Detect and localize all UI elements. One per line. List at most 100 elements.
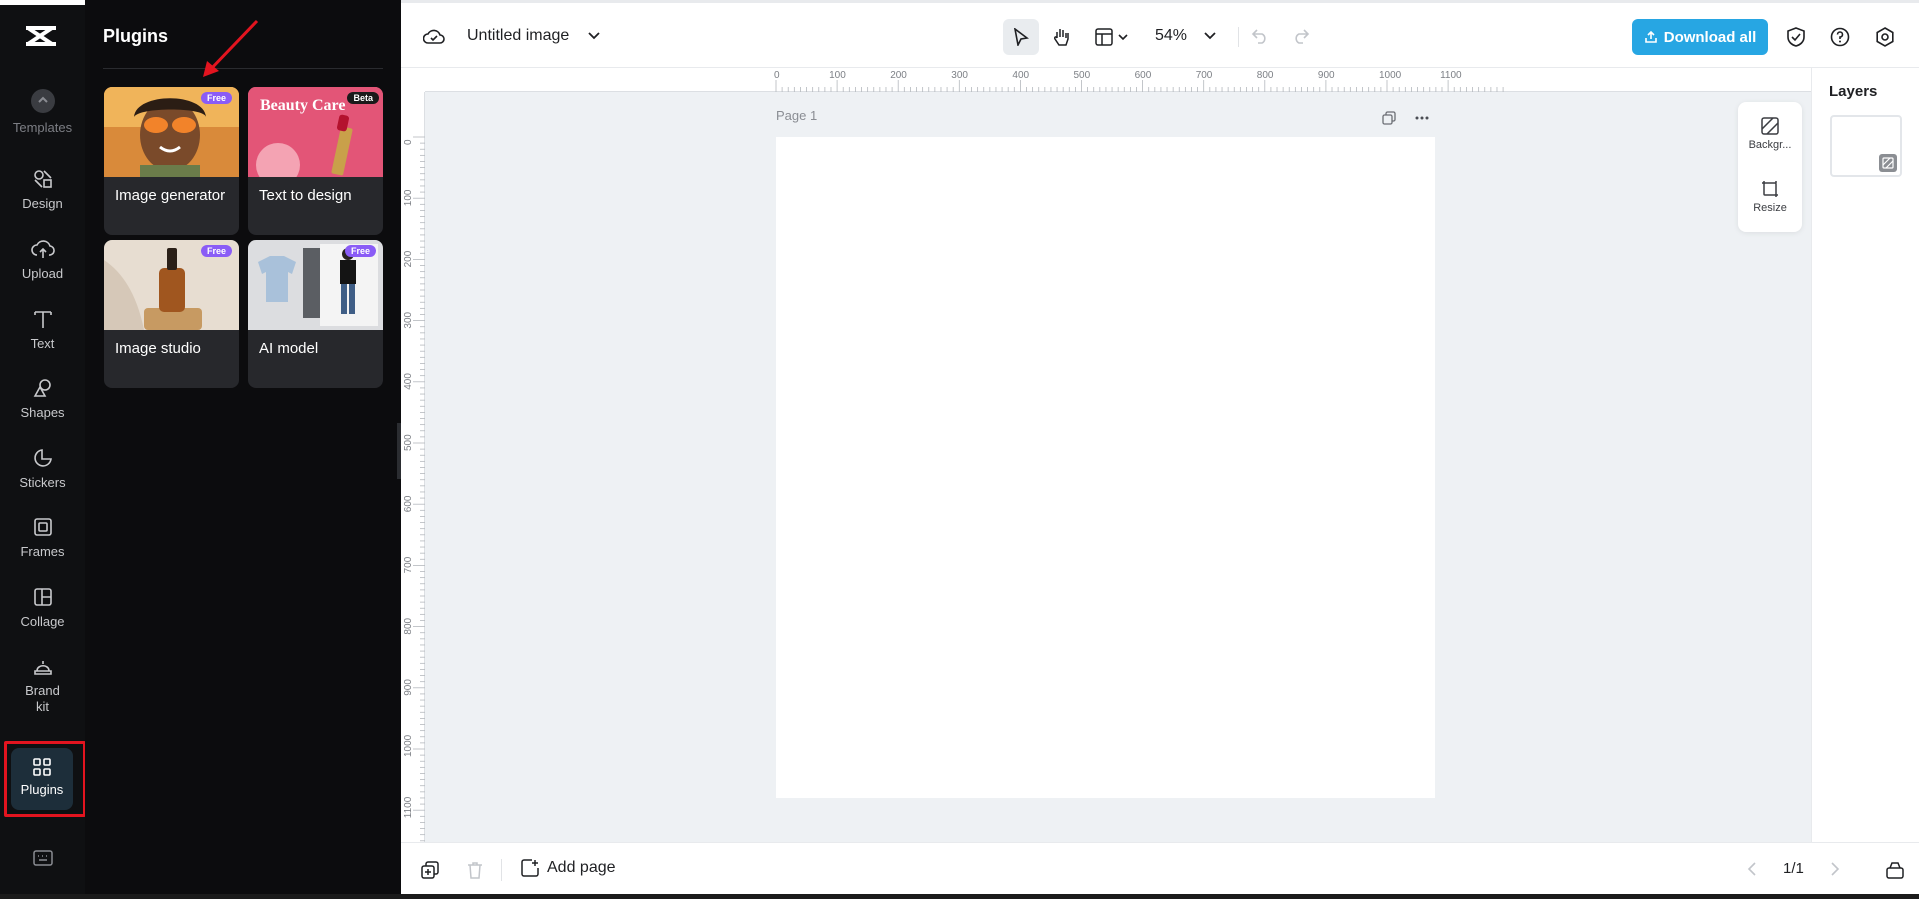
rail-item-upload[interactable]: Upload bbox=[0, 238, 85, 282]
select-tool-button[interactable] bbox=[1003, 19, 1039, 55]
plugin-card-text-to-design[interactable]: Beauty Care Beta Text to design bbox=[248, 87, 383, 235]
rail-item-design[interactable]: Design bbox=[0, 168, 85, 212]
add-page-icon bbox=[521, 859, 539, 877]
document-title[interactable]: Untitled image bbox=[467, 27, 569, 45]
ruler-tick-label: 500 bbox=[403, 434, 414, 451]
rail-top-strip bbox=[0, 0, 85, 5]
ruler-tick-label: 500 bbox=[1074, 70, 1091, 81]
add-page-button[interactable]: Add page bbox=[521, 859, 616, 877]
layers-title: Layers bbox=[1829, 83, 1878, 100]
sticker-icon bbox=[33, 449, 52, 467]
ruler-tick-label: 600 bbox=[403, 495, 414, 512]
rail-item-label: Brand kit bbox=[25, 683, 60, 714]
rail-item-label: Frames bbox=[20, 544, 65, 559]
background-label: Backgr... bbox=[1748, 139, 1792, 151]
text-to-design-thumbnail: Beauty Care Beta bbox=[248, 87, 383, 177]
toolbar-divider bbox=[1238, 27, 1239, 47]
download-all-label: Download all bbox=[1663, 28, 1757, 46]
keyboard-shortcuts-button[interactable] bbox=[0, 850, 85, 872]
rail-item-collage[interactable]: Collage bbox=[0, 586, 85, 630]
ruler-tick-label: 0 bbox=[774, 70, 780, 81]
ruler-tick-label: 1000 bbox=[403, 734, 414, 757]
prev-page-icon[interactable] bbox=[1745, 861, 1759, 877]
ruler-tick-label: 0 bbox=[403, 139, 414, 145]
plugins-grid-icon bbox=[33, 758, 51, 776]
left-rail: Templates Design Upload Text Shapes Stic… bbox=[0, 0, 86, 899]
design-page[interactable] bbox=[776, 137, 1435, 798]
red-arrow-annotation bbox=[203, 19, 259, 77]
plugin-card-image-generator[interactable]: Free Image generator bbox=[104, 87, 239, 235]
rail-item-templates[interactable]: Templates bbox=[0, 88, 85, 136]
page-label: Page 1 bbox=[776, 108, 818, 123]
background-icon bbox=[1761, 117, 1779, 135]
hand-tool-button[interactable] bbox=[1046, 21, 1078, 53]
ruler-tick-label: 800 bbox=[403, 617, 414, 634]
image-studio-thumbnail: Free bbox=[104, 240, 239, 330]
os-taskbar bbox=[0, 894, 1919, 899]
ruler-tick-label: 1100 bbox=[403, 796, 414, 818]
horizontal-ruler: 0 100 200 300 400 500 600 700 800 900 1000 1100 bbox=[425, 68, 1811, 92]
layer-thumbnail[interactable] bbox=[1830, 115, 1902, 177]
brand-kit-icon bbox=[33, 661, 52, 675]
templates-icon bbox=[30, 89, 55, 113]
panel-title: Plugins bbox=[103, 26, 169, 46]
duplicate-page-button-icon[interactable] bbox=[419, 859, 441, 881]
plugin-card-ai-model[interactable]: Free AI model bbox=[248, 240, 383, 388]
page-manager-icon[interactable] bbox=[1884, 859, 1906, 881]
layout-menu-button[interactable] bbox=[1091, 21, 1135, 53]
rail-item-text[interactable]: Text bbox=[0, 308, 85, 352]
beauty-care-text: Beauty Care bbox=[260, 97, 346, 114]
rail-item-label: Plugins bbox=[20, 782, 64, 797]
zoom-level[interactable]: 54% bbox=[1155, 27, 1187, 45]
ruler-corner bbox=[401, 68, 425, 92]
page-more-options-icon[interactable] bbox=[1412, 110, 1432, 126]
vertical-ruler: 0 100 200 300 400 500 600 700 800 900 1000 1100 bbox=[401, 92, 425, 866]
text-icon bbox=[33, 311, 52, 328]
plugin-card-image-studio[interactable]: Free Image studio bbox=[104, 240, 239, 388]
panel-divider bbox=[103, 68, 383, 69]
export-icon bbox=[1644, 30, 1657, 43]
free-badge: Free bbox=[200, 92, 232, 104]
resize-label: Resize bbox=[1753, 202, 1787, 214]
zoom-chevron-down-icon[interactable] bbox=[1203, 29, 1217, 43]
background-tool-button[interactable]: Backgr... bbox=[1738, 117, 1802, 151]
page-count: 1/1 bbox=[1783, 860, 1804, 877]
delete-page-icon[interactable] bbox=[464, 859, 486, 881]
rail-item-label: Templates bbox=[12, 120, 73, 135]
image-generator-thumbnail: Free bbox=[104, 87, 239, 177]
beta-badge: Beta bbox=[347, 92, 379, 104]
capcut-logo-icon[interactable] bbox=[24, 22, 60, 50]
rail-item-stickers[interactable]: Stickers bbox=[0, 447, 85, 491]
rail-item-plugins[interactable]: Plugins bbox=[11, 748, 73, 810]
app-window: Templates Design Upload Text Shapes Stic… bbox=[0, 0, 1919, 899]
download-all-button[interactable]: Download all bbox=[1632, 19, 1768, 55]
redo-icon[interactable] bbox=[1290, 25, 1312, 47]
keyboard-icon bbox=[32, 850, 53, 866]
resize-tool-button[interactable]: Resize bbox=[1738, 180, 1802, 214]
frame-icon bbox=[33, 518, 52, 536]
ruler-tick-label: 100 bbox=[829, 70, 846, 81]
title-chevron-down-icon[interactable] bbox=[587, 29, 601, 43]
shapes-icon bbox=[33, 379, 51, 397]
shield-icon[interactable] bbox=[1785, 26, 1807, 48]
bottom-divider bbox=[501, 859, 502, 881]
collage-icon bbox=[33, 588, 52, 606]
ruler-tick-label: 200 bbox=[403, 250, 414, 267]
duplicate-page-icon[interactable] bbox=[1381, 110, 1397, 126]
rail-item-frames[interactable]: Frames bbox=[0, 516, 85, 560]
ruler-tick-label: 900 bbox=[1318, 70, 1335, 81]
rail-item-label: Collage bbox=[20, 614, 65, 629]
rail-item-label: Text bbox=[30, 336, 55, 351]
plugin-card-title: Image generator bbox=[115, 187, 226, 204]
rail-item-brand-kit[interactable]: Brand kit bbox=[0, 655, 85, 715]
settings-gear-icon[interactable] bbox=[1874, 26, 1896, 48]
cloud-sync-icon[interactable] bbox=[423, 27, 445, 47]
ruler-tick-label: 800 bbox=[1257, 70, 1274, 81]
next-page-icon[interactable] bbox=[1828, 861, 1842, 877]
ruler-tick-label: 900 bbox=[403, 679, 414, 696]
undo-icon[interactable] bbox=[1249, 25, 1271, 47]
rail-item-label: Shapes bbox=[20, 405, 65, 420]
rail-item-shapes[interactable]: Shapes bbox=[0, 377, 85, 421]
free-badge: Free bbox=[344, 245, 376, 257]
help-icon[interactable] bbox=[1829, 26, 1851, 48]
